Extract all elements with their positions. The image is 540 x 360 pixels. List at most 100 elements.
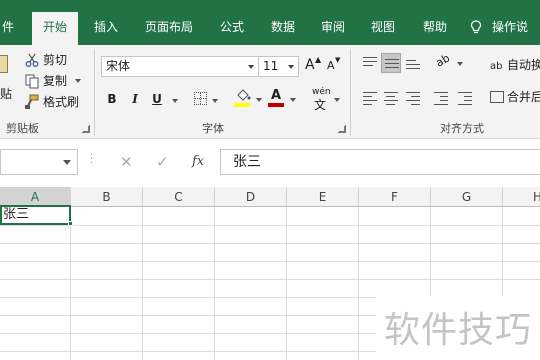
fill-color-button[interactable] bbox=[234, 88, 264, 110]
increase-indent-button[interactable] bbox=[455, 88, 475, 108]
font-launcher-icon[interactable] bbox=[338, 125, 346, 133]
group-divider bbox=[350, 49, 351, 135]
name-box[interactable] bbox=[0, 149, 78, 175]
underline-button[interactable]: U bbox=[148, 90, 166, 108]
alignment-group-label: 对齐方式 bbox=[440, 122, 484, 135]
lightbulb-icon bbox=[470, 20, 482, 34]
insert-function-button[interactable]: fx bbox=[192, 154, 204, 169]
ribbon-home: 贴 剪切 复制 格式刷 剪贴板 宋体 11 A ▲ A ▼ B I U A wé… bbox=[0, 45, 540, 139]
grow-caret-icon: ▲ bbox=[315, 55, 322, 64]
align-top-icon bbox=[363, 57, 377, 69]
formula-bar-grip-icon[interactable]: · · · bbox=[90, 151, 93, 169]
shrink-font-label: A bbox=[327, 59, 335, 72]
align-left-button[interactable] bbox=[360, 88, 380, 108]
format-painter-label: 格式刷 bbox=[43, 95, 80, 109]
paintbrush-icon bbox=[24, 94, 40, 110]
grid-line bbox=[142, 207, 143, 360]
border-grid-hline bbox=[195, 98, 206, 99]
borders-button[interactable] bbox=[192, 90, 218, 108]
copy-dropdown-icon bbox=[74, 79, 81, 83]
underline-dropdown-icon[interactable] bbox=[172, 99, 178, 103]
tab-home[interactable]: 开始 bbox=[32, 12, 78, 45]
phonetic-dropdown-icon bbox=[334, 98, 340, 102]
format-painter-button[interactable]: 格式刷 bbox=[24, 92, 79, 112]
tab-insert[interactable]: 插入 bbox=[86, 14, 126, 45]
orientation-icon: ab bbox=[433, 51, 453, 70]
fill-handle[interactable] bbox=[68, 221, 73, 226]
tab-view[interactable]: 视图 bbox=[362, 14, 404, 45]
font-color-swatch bbox=[268, 103, 284, 107]
tab-page-layout[interactable]: 页面布局 bbox=[136, 14, 202, 45]
phonetic-char-icon: 文 bbox=[314, 98, 327, 112]
align-middle-button[interactable] bbox=[381, 53, 401, 73]
fill-color-dropdown-icon bbox=[256, 98, 262, 102]
column-header-h[interactable]: H bbox=[503, 187, 540, 207]
column-header-d[interactable]: D bbox=[215, 187, 287, 207]
font-size-value: 11 bbox=[263, 59, 279, 73]
grow-font-button[interactable]: A ▲ bbox=[305, 55, 322, 77]
borders-dropdown-icon bbox=[212, 99, 218, 103]
enter-icon[interactable]: ✓ bbox=[156, 153, 169, 171]
column-header-c[interactable]: C bbox=[143, 187, 215, 207]
grid-line bbox=[286, 207, 287, 360]
tab-data[interactable]: 数据 bbox=[262, 14, 304, 45]
align-left-icon bbox=[363, 92, 377, 108]
paint-bucket-icon bbox=[237, 89, 251, 101]
tab-file[interactable]: 件 bbox=[0, 14, 16, 45]
decrease-indent-icon bbox=[434, 92, 448, 108]
align-center-button[interactable] bbox=[381, 88, 401, 108]
font-group-label: 字体 bbox=[202, 122, 224, 135]
merge-cells-icon bbox=[490, 90, 504, 103]
grid-line bbox=[70, 207, 71, 360]
align-bottom-icon bbox=[406, 60, 420, 72]
phonetic-button[interactable]: wén 文 bbox=[312, 87, 342, 112]
align-right-button[interactable] bbox=[403, 88, 423, 108]
align-center-icon bbox=[384, 92, 398, 108]
column-header-e[interactable]: E bbox=[287, 187, 359, 207]
grid-line bbox=[0, 225, 540, 226]
worksheet-grid[interactable]: A B C D E F G H 张三 软件技巧 bbox=[0, 187, 540, 360]
paste-label: 贴 bbox=[0, 87, 13, 101]
copy-button[interactable]: 复制 bbox=[24, 71, 81, 91]
shrink-font-button[interactable]: A ▼ bbox=[327, 56, 343, 79]
font-size-select[interactable]: 11 bbox=[258, 56, 299, 77]
column-header-b[interactable]: B bbox=[71, 187, 143, 207]
chevron-down-icon bbox=[288, 65, 294, 69]
grid-line bbox=[0, 279, 540, 280]
formula-bar: · · · ✕ ✓ fx 张三 bbox=[0, 145, 540, 179]
grid-line bbox=[0, 243, 540, 244]
paste-button[interactable]: 贴 bbox=[0, 49, 18, 109]
align-bottom-button[interactable] bbox=[403, 53, 423, 73]
cut-label: 剪切 bbox=[43, 53, 68, 67]
font-color-letter-icon: A bbox=[271, 88, 282, 103]
grid-line bbox=[358, 207, 359, 360]
column-header-a[interactable]: A bbox=[0, 187, 71, 207]
clipboard-launcher-icon[interactable] bbox=[82, 125, 90, 133]
column-header-g[interactable]: G bbox=[431, 187, 503, 207]
paste-icon bbox=[0, 55, 8, 73]
column-header-f[interactable]: F bbox=[359, 187, 431, 207]
tab-formulas[interactable]: 公式 bbox=[212, 14, 252, 45]
grid-line bbox=[214, 207, 215, 360]
decrease-indent-button[interactable] bbox=[431, 88, 451, 108]
italic-button[interactable]: I bbox=[126, 90, 144, 108]
chevron-down-icon bbox=[248, 65, 254, 69]
merge-center-button[interactable]: 合并后 bbox=[490, 87, 540, 107]
cancel-icon[interactable]: ✕ bbox=[120, 153, 133, 171]
tab-help[interactable]: 帮助 bbox=[414, 14, 456, 45]
align-right-icon bbox=[406, 92, 420, 108]
font-color-button[interactable]: A bbox=[268, 88, 298, 110]
fill-color-swatch bbox=[234, 103, 250, 107]
align-top-button[interactable] bbox=[360, 53, 380, 73]
cell-a1[interactable]: 张三 bbox=[0, 205, 71, 225]
tell-me-box[interactable]: 操作说 bbox=[470, 14, 528, 40]
formula-input[interactable]: 张三 bbox=[220, 149, 540, 175]
cut-button[interactable]: 剪切 bbox=[24, 50, 67, 70]
tab-review[interactable]: 审阅 bbox=[312, 14, 354, 45]
font-name-select[interactable]: 宋体 bbox=[101, 56, 259, 77]
orientation-button[interactable]: ab bbox=[433, 51, 464, 73]
ribbon-tab-bar: 件 开始 插入 页面布局 公式 数据 审阅 视图 帮助 操作说 bbox=[0, 0, 540, 45]
wrap-text-label: 自动换 bbox=[507, 58, 540, 72]
bold-button[interactable]: B bbox=[103, 90, 121, 108]
wrap-text-button[interactable]: ab 自动换 bbox=[490, 55, 540, 75]
